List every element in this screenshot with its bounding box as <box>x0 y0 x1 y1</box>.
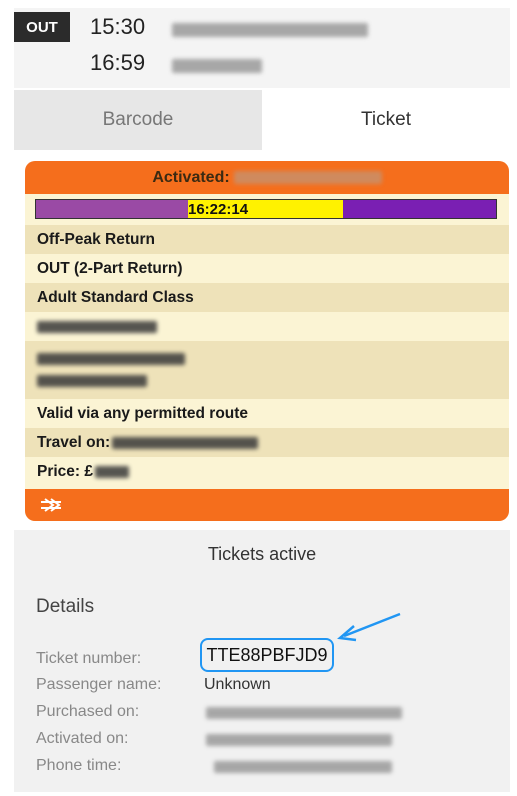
phone-time-label: Phone time: <box>36 757 122 774</box>
ticket-footer <box>25 489 509 521</box>
from-station-redacted <box>37 353 185 365</box>
activated-on-redacted <box>206 734 392 746</box>
travel-on-row: Travel on: <box>25 428 509 457</box>
activation-date-redacted <box>233 171 382 184</box>
price-redacted <box>95 465 130 478</box>
journey-header: OUT 15:30 16:59 <box>14 8 510 88</box>
direction-badge: OUT <box>14 12 70 42</box>
details-panel: Tickets active Details Ticket number: TT… <box>14 530 510 792</box>
view-tabs: Barcode Ticket <box>14 90 510 150</box>
fare-type: Off-Peak Return <box>25 225 509 254</box>
passenger-name-label: Passenger name: <box>36 676 162 693</box>
ticket-header: Activated: <box>25 161 509 194</box>
activated-on-label: Activated on: <box>36 730 129 747</box>
tab-barcode[interactable]: Barcode <box>14 90 262 150</box>
ticket-number-highlight: TTE88PBFJD9 <box>200 638 334 672</box>
ticket-number-value: TTE88PBFJD9 <box>206 644 328 665</box>
travel-date-redacted <box>112 436 259 449</box>
timer-row: 16:22:14 <box>25 194 509 225</box>
railcard-redacted <box>37 320 157 333</box>
activation-timer-bar: 16:22:14 <box>35 199 497 219</box>
price-label: Price: £ <box>37 462 94 480</box>
activation-timer: 16:22:14 <box>188 200 343 218</box>
to-station-redacted <box>37 375 147 387</box>
travel-on-label: Travel on: <box>37 433 111 451</box>
highlight-arrow-icon <box>337 612 401 642</box>
phone-time-redacted <box>214 761 392 773</box>
passenger-name-value: Unknown <box>204 676 271 693</box>
ticket-class: Adult Standard Class <box>25 283 509 312</box>
origin-station-redacted <box>172 23 368 37</box>
purchased-on-label: Purchased on: <box>36 703 140 720</box>
ticket-card: Activated: 16:22:14 Off-Peak Return OUT … <box>25 161 509 521</box>
activated-label: Activated: <box>152 168 230 186</box>
route-validity: Valid via any permitted route <box>37 404 249 422</box>
details-heading: Details <box>36 596 95 617</box>
arrive-time: 16:59 <box>90 50 146 75</box>
ticket-leg: OUT (2-Part Return) <box>37 259 183 277</box>
destination-station-redacted <box>172 59 262 73</box>
ticket-number-label: Ticket number: <box>36 650 142 667</box>
tickets-active-status: Tickets active <box>207 544 317 564</box>
national-rail-icon <box>41 498 61 512</box>
price-row: Price: £ <box>25 457 509 486</box>
timer-segment-left <box>36 200 188 218</box>
railcard-row-redacted <box>25 312 509 341</box>
depart-time: 15:30 <box>90 14 146 39</box>
tab-ticket[interactable]: Ticket <box>262 90 510 150</box>
purchased-on-redacted <box>206 707 402 719</box>
stations-row-redacted <box>25 341 509 399</box>
timer-segment-right <box>343 200 496 218</box>
